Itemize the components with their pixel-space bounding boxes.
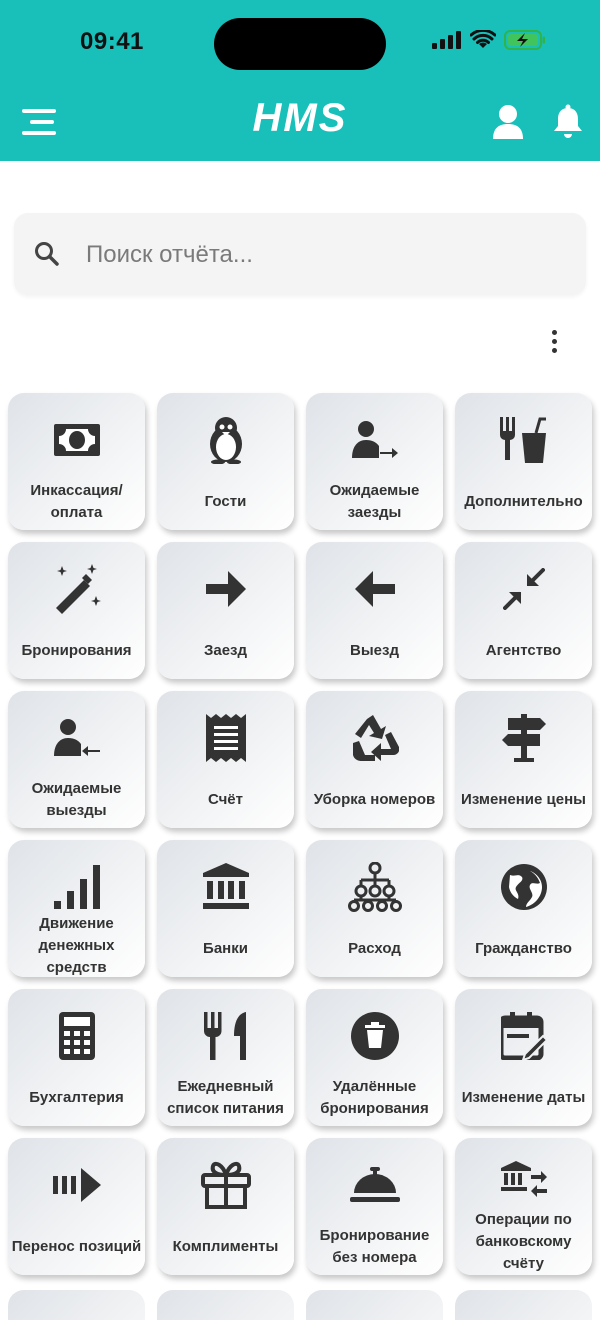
tile-label: Бронирования xyxy=(21,642,132,659)
tile-invoice[interactable]: Счёт xyxy=(157,691,294,828)
app-header: 09:41 HMS xyxy=(0,0,600,161)
transfer-icon xyxy=(52,1168,101,1202)
user-profile-icon[interactable] xyxy=(492,104,524,140)
tile-housekeeping[interactable]: Уборка номеров xyxy=(306,691,443,828)
tile-partial[interactable] xyxy=(455,1290,592,1320)
tile-bookings[interactable]: Бронирования xyxy=(8,542,145,679)
bank-icon xyxy=(202,863,249,909)
tile-label: Расход xyxy=(348,940,401,957)
tile-extras[interactable]: Дополнительно xyxy=(455,393,592,530)
tile-booking-without-room[interactable]: Бронирование без номера xyxy=(306,1138,443,1275)
tile-partial[interactable] xyxy=(306,1290,443,1320)
tile-label: Дополнительно xyxy=(464,493,583,510)
bank-transfer-icon xyxy=(500,1161,547,1197)
tile-label: Ожидаемые выезды xyxy=(31,780,122,819)
tile-expected-departures[interactable]: Ожидаемые выезды xyxy=(8,691,145,828)
tile-check-in[interactable]: Заезд xyxy=(157,542,294,679)
globe-icon xyxy=(500,864,547,910)
tile-label: Счёт xyxy=(207,791,244,808)
wifi-icon xyxy=(470,30,496,48)
report-grid: Инкассация/ оплата Гости Ожидаемые заезд… xyxy=(8,393,592,1275)
tile-check-out[interactable]: Выезд xyxy=(306,542,443,679)
signal-bars-icon xyxy=(53,865,100,909)
tile-label: Гражданство xyxy=(475,940,572,957)
tile-label: Бухгалтерия xyxy=(29,1089,124,1106)
tile-bank-account-operations[interactable]: Операции по банковскому счёту xyxy=(455,1138,592,1275)
tile-expected-arrivals[interactable]: Ожидаемые заезды xyxy=(306,393,443,530)
calculator-icon xyxy=(58,1012,95,1060)
tile-partial[interactable] xyxy=(157,1290,294,1320)
more-options-button[interactable] xyxy=(544,330,564,353)
tile-label: Агентство xyxy=(485,642,562,659)
sitemap-icon xyxy=(347,862,402,912)
tile-label: Уборка номеров xyxy=(313,791,436,808)
signpost-icon xyxy=(501,714,546,762)
money-icon xyxy=(53,424,100,456)
status-time: 09:41 xyxy=(80,28,144,55)
tile-guests[interactable]: Гости xyxy=(157,393,294,530)
food-drink-icon xyxy=(499,417,546,463)
next-row-partial xyxy=(8,1290,592,1320)
tile-partial[interactable] xyxy=(8,1290,145,1320)
tile-label: Перенос позиций xyxy=(11,1238,142,1255)
tile-label: Заезд xyxy=(203,642,248,659)
tile-deleted-bookings[interactable]: Удалённые бронирования xyxy=(306,989,443,1126)
tile-agency[interactable]: Агентство xyxy=(455,542,592,679)
tile-label: Ежедневный список питания xyxy=(167,1078,284,1117)
utensils-icon xyxy=(203,1012,246,1060)
tile-label: Движение денежных средств xyxy=(38,915,115,976)
arrow-right-icon xyxy=(205,571,246,607)
penguin-icon xyxy=(209,417,242,464)
battery-charging-icon xyxy=(504,30,545,50)
tile-label: Удалённые бронирования xyxy=(320,1078,429,1117)
tile-label: Инкассация/ оплата xyxy=(30,482,123,521)
tile-banks[interactable]: Банки xyxy=(157,840,294,977)
search-input[interactable] xyxy=(84,233,568,277)
tile-accounting[interactable]: Бухгалтерия xyxy=(8,989,145,1126)
tile-label: Гости xyxy=(204,493,247,510)
tile-label: Выезд xyxy=(350,642,399,659)
receipt-icon xyxy=(205,714,246,762)
notification-bell-icon[interactable] xyxy=(552,104,584,140)
tile-label: Изменение даты xyxy=(461,1089,586,1106)
tile-label: Банки xyxy=(203,940,248,957)
tile-rate-change[interactable]: Изменение цены xyxy=(455,691,592,828)
calendar-edit-icon xyxy=(500,1012,547,1060)
gift-icon xyxy=(200,1161,251,1209)
arrow-left-icon xyxy=(354,571,395,607)
search-bar[interactable] xyxy=(14,213,586,295)
user-arrow-out-icon xyxy=(53,719,100,756)
tile-label: Ожидаемые заезды xyxy=(329,482,420,521)
tile-label: Бронирование без номера xyxy=(319,1227,430,1266)
cloche-icon xyxy=(349,1167,400,1202)
tile-compliments[interactable]: Комплименты xyxy=(157,1138,294,1275)
tile-expense[interactable]: Расход xyxy=(306,840,443,977)
signal-icon xyxy=(432,31,461,49)
tile-daily-meal-list[interactable]: Ежедневный список питания xyxy=(157,989,294,1126)
status-icons xyxy=(432,30,546,50)
search-icon xyxy=(35,242,59,266)
tile-label: Изменение цены xyxy=(461,791,586,808)
tile-item-transfer[interactable]: Перенос позиций xyxy=(8,1138,145,1275)
tile-citizenship[interactable]: Гражданство xyxy=(455,840,592,977)
compress-icon xyxy=(502,568,545,610)
trash-icon xyxy=(350,1012,399,1060)
tile-collection-payment[interactable]: Инкассация/ оплата xyxy=(8,393,145,530)
user-arrow-in-icon xyxy=(351,421,398,458)
magic-wand-icon xyxy=(55,564,101,614)
tile-date-change[interactable]: Изменение даты xyxy=(455,989,592,1126)
dynamic-island xyxy=(214,18,386,70)
tile-label: Комплименты xyxy=(172,1238,279,1255)
tile-label: Операции по банковскому счёту xyxy=(475,1211,572,1272)
tile-cash-flow[interactable]: Движение денежных средств xyxy=(8,840,145,977)
recycle-icon xyxy=(352,715,399,761)
